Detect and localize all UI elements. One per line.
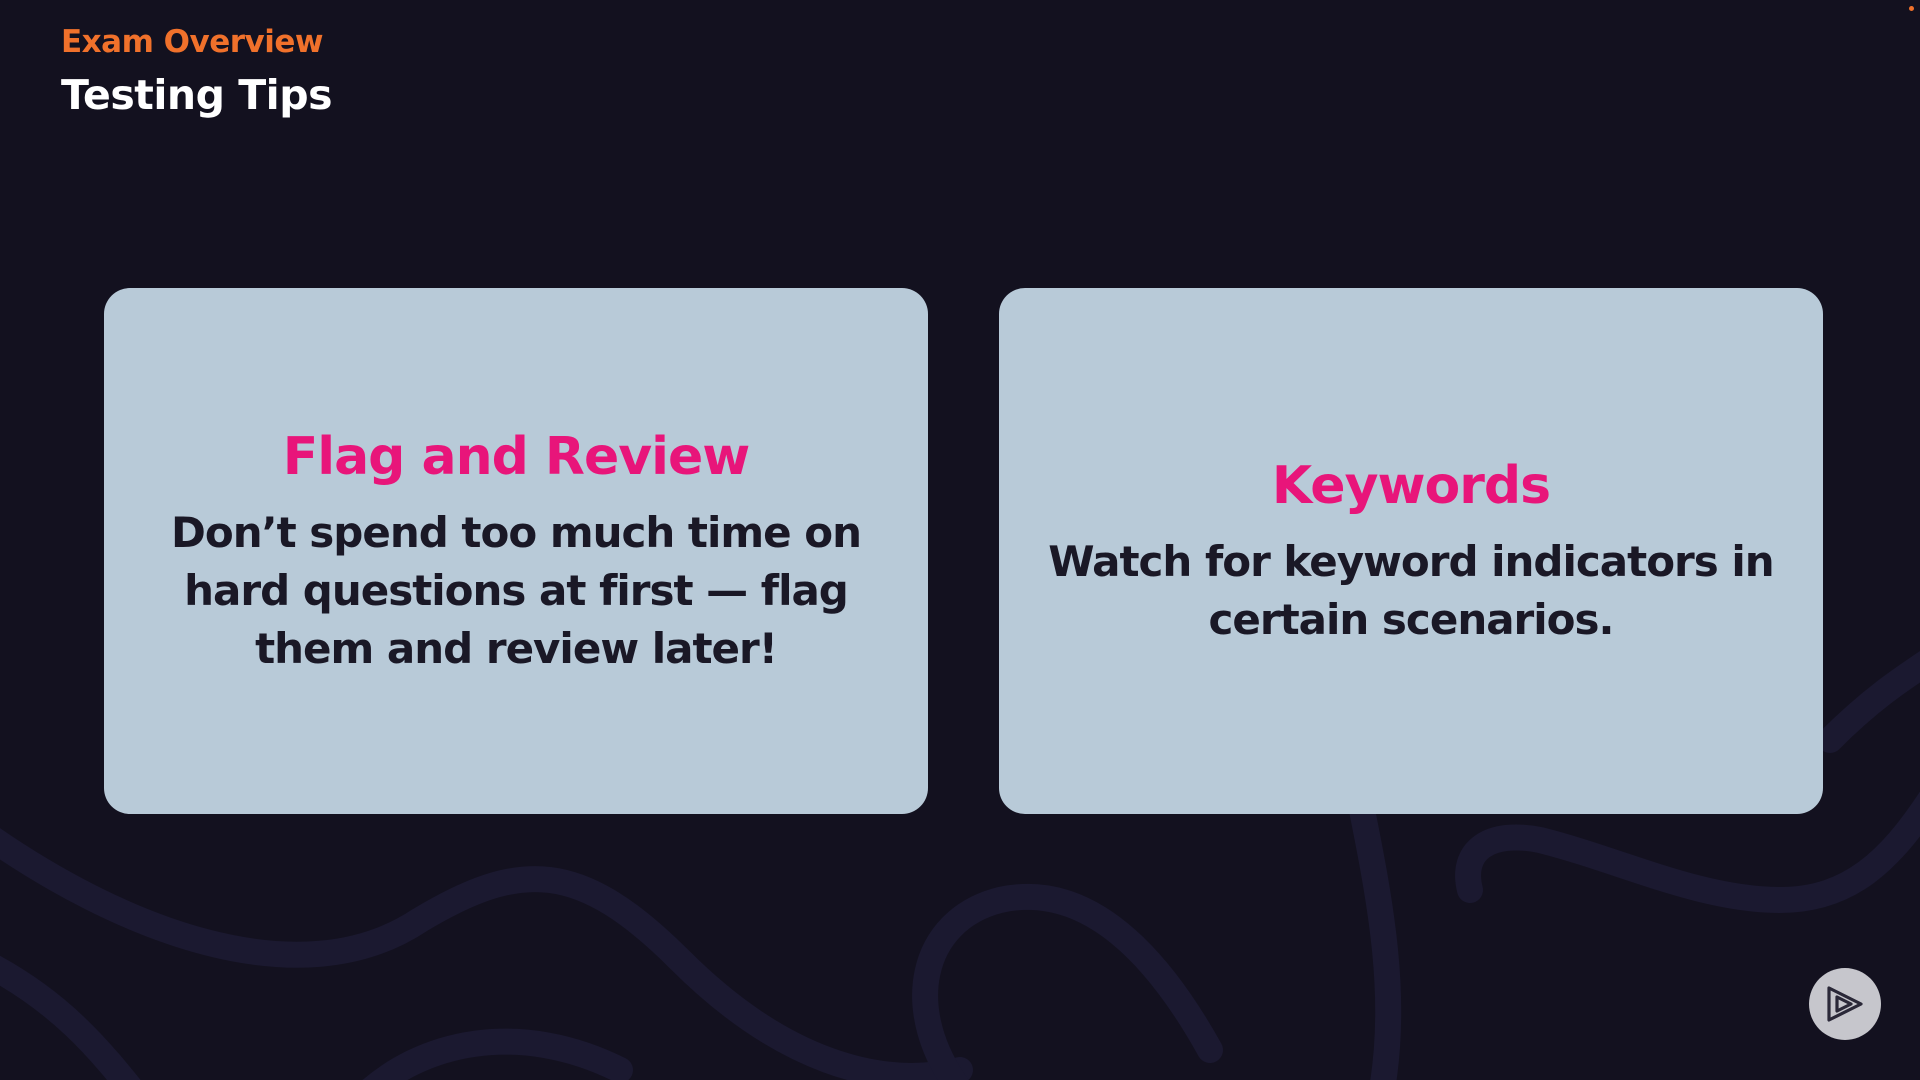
- slide-title: Testing Tips: [61, 71, 332, 119]
- slide-header: Exam Overview Testing Tips: [61, 22, 332, 122]
- tip-card-keywords: Keywords Watch for keyword indicators in…: [999, 288, 1823, 814]
- tip-card-flag-and-review: Flag and Review Don’t spend too much tim…: [104, 288, 928, 814]
- section-label: Exam Overview: [61, 24, 324, 60]
- card-body: Don’t spend too much time on hard questi…: [171, 508, 862, 673]
- corner-dot: [1909, 6, 1914, 11]
- player-logo-button[interactable]: [1809, 968, 1881, 1040]
- card-heading: Flag and Review: [282, 427, 751, 487]
- card-heading: Keywords: [1271, 456, 1551, 516]
- slide: Exam Overview Testing Tips Flag and Revi…: [0, 0, 1920, 1080]
- card-body: Watch for keyword indicators in certain …: [1048, 537, 1774, 644]
- play-logo-icon: [1827, 986, 1863, 1022]
